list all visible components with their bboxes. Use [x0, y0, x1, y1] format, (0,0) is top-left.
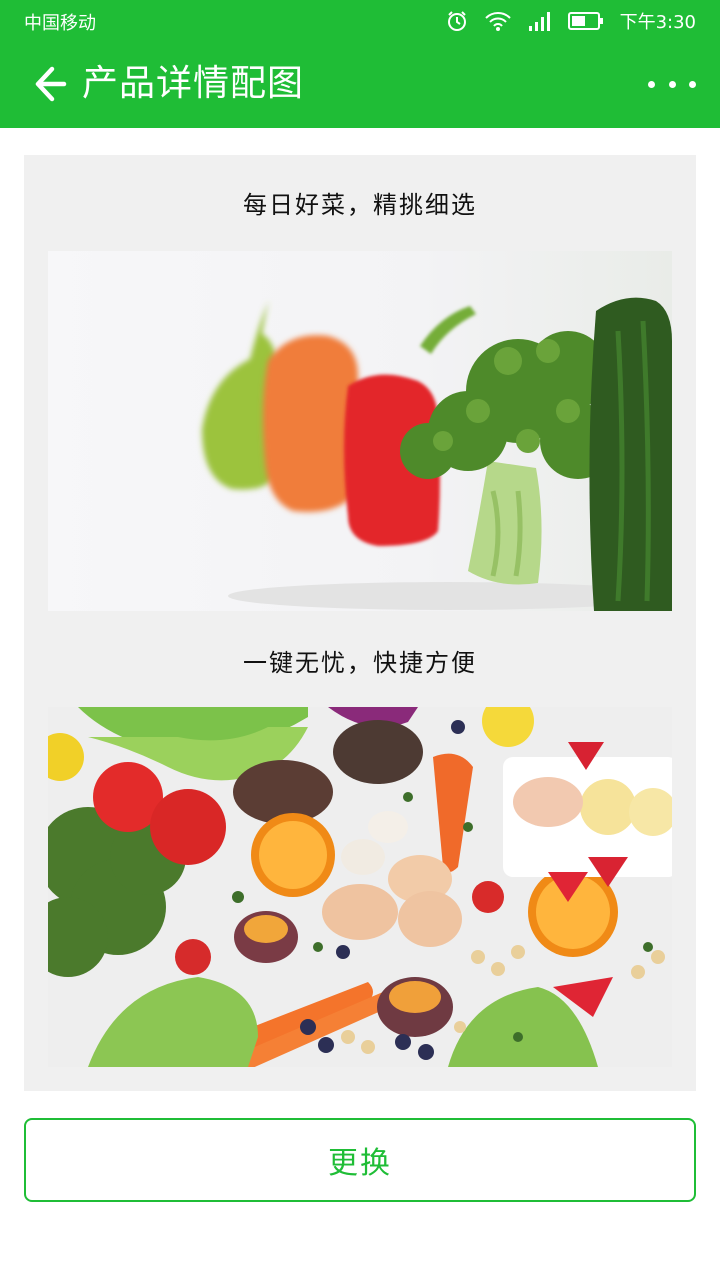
- change-button[interactable]: 更换: [24, 1118, 696, 1202]
- back-arrow-icon[interactable]: [28, 60, 76, 108]
- wifi-icon: [484, 12, 511, 31]
- carrier-label: 中国移动: [24, 13, 96, 34]
- vegetables-row-photo: [48, 251, 672, 611]
- status-bar: 中国移动 下午3:30: [0, 0, 720, 40]
- product-detail-card: 每日好菜，精挑细选 一键无忧，快捷方便: [24, 155, 696, 1091]
- status-icons: 下午3:30: [446, 8, 696, 34]
- page-title: 产品详情配图: [82, 63, 305, 104]
- more-dots-icon[interactable]: [648, 66, 696, 102]
- assorted-produce-photo: [48, 707, 672, 1067]
- signal-icon: [528, 12, 550, 31]
- battery-icon: [567, 12, 603, 30]
- clock: 下午3:30: [619, 12, 696, 33]
- section-caption: 每日好菜，精挑细选: [243, 191, 477, 219]
- section-caption: 一键无忧，快捷方便: [243, 649, 477, 677]
- app-bar: 产品详情配图: [0, 40, 720, 128]
- alarm-icon: [447, 11, 466, 31]
